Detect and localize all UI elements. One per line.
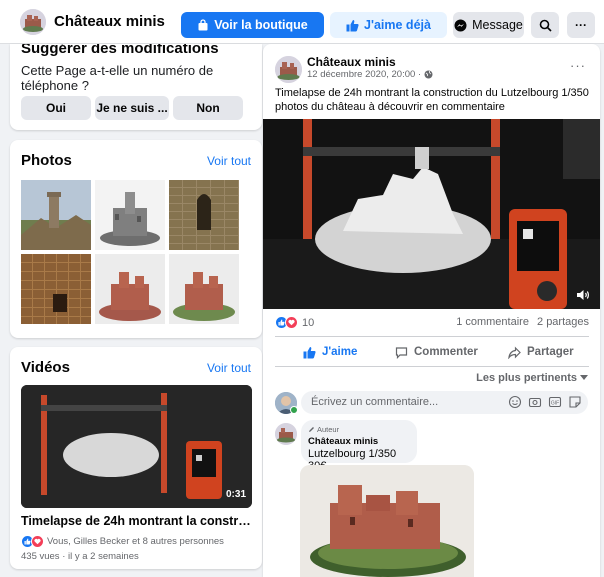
video-title[interactable]: Timelapse de 24h montrant la constructio… — [21, 514, 255, 528]
liked-button-label: J'aime déjà — [364, 18, 431, 32]
comment-input-tools: GIF — [508, 395, 582, 409]
sticker-icon[interactable] — [568, 395, 582, 409]
post-date[interactable]: 12 décembre 2020, 20:00 · — [307, 69, 421, 80]
post-options-button[interactable]: ··· — [570, 58, 586, 73]
globe-icon — [424, 70, 433, 79]
like-action-label: J'aime — [322, 346, 358, 358]
comment-input[interactable]: Écrivez un commentaire... GIF — [301, 391, 588, 414]
shares-count-link[interactable]: 2 partages — [537, 316, 589, 328]
post-card: Châteaux minis 12 décembre 2020, 20:00 ·… — [263, 44, 600, 577]
comment-placeholder: Écrivez un commentaire... — [311, 396, 439, 408]
comment-sort-dropdown[interactable]: Les plus pertinents — [476, 372, 588, 384]
love-reaction-icon — [31, 535, 44, 548]
reaction-count: 10 — [302, 316, 315, 329]
liked-button[interactable]: J'aime déjà — [330, 12, 447, 38]
photos-see-all-link[interactable]: Voir tout — [207, 154, 251, 168]
more-icon: ··· — [575, 18, 587, 32]
photo-thumbnail[interactable] — [169, 254, 239, 324]
search-button[interactable] — [531, 12, 559, 38]
page-avatar[interactable] — [20, 9, 46, 35]
answer-unsure-button[interactable]: Je ne suis ... — [95, 96, 169, 120]
shop-button-label: Voir la boutique — [214, 18, 308, 32]
thumbs-up-icon — [303, 346, 316, 358]
emoji-icon[interactable] — [508, 395, 522, 409]
pencil-icon — [309, 427, 314, 432]
comment-icon — [395, 346, 408, 359]
gif-icon[interactable]: GIF — [548, 395, 562, 409]
divider — [275, 366, 589, 367]
post-reactions[interactable]: 10 — [275, 316, 314, 329]
messenger-icon — [454, 19, 467, 31]
answer-no-button[interactable]: Non — [173, 96, 243, 120]
comment-author-name[interactable]: Châteaux minis — [308, 436, 378, 447]
photo-thumbnail[interactable] — [169, 180, 239, 250]
page-header: Châteaux minis Voir la boutique J'aime d… — [0, 0, 604, 44]
post-text: Timelapse de 24h montrant la constructio… — [275, 87, 589, 113]
comment-action-button[interactable]: Commenter — [395, 341, 478, 363]
share-icon — [508, 346, 521, 359]
video-reactions-text: Vous, Gilles Becker et 8 autres personne… — [47, 536, 224, 547]
video-reactions[interactable]: Vous, Gilles Becker et 8 autres personne… — [21, 535, 224, 548]
share-action-label: Partager — [527, 346, 574, 358]
more-button[interactable]: ··· — [567, 12, 595, 38]
post-counts: 1 commentaire 2 partages — [451, 316, 589, 328]
photo-thumbnail[interactable] — [95, 180, 165, 250]
reaction-icons — [21, 535, 44, 548]
shop-button[interactable]: Voir la boutique — [181, 12, 324, 38]
post-video[interactable] — [263, 119, 600, 309]
photos-heading: Photos — [21, 152, 72, 169]
message-button-label: Message — [472, 18, 523, 32]
love-reaction-icon — [285, 316, 298, 329]
post-author-name[interactable]: Châteaux minis — [307, 55, 396, 69]
svg-text:GIF: GIF — [551, 400, 559, 406]
comments-count-link[interactable]: 1 commentaire — [456, 316, 529, 328]
author-badge: Auteur — [308, 425, 339, 434]
share-action-button[interactable]: Partager — [508, 341, 574, 363]
page-title[interactable]: Châteaux minis — [54, 13, 165, 30]
video-views: 435 vues · il y a 2 semaines — [21, 551, 139, 562]
comment-author-avatar[interactable] — [275, 423, 297, 445]
photo-thumbnail[interactable] — [21, 254, 91, 324]
comment-action-label: Commenter — [414, 346, 478, 358]
videos-see-all-link[interactable]: Voir tout — [207, 361, 251, 375]
comment-photo[interactable] — [300, 465, 474, 577]
like-action-button[interactable]: J'aime — [303, 341, 357, 363]
photo-thumbnail[interactable] — [95, 254, 165, 324]
reaction-icons — [275, 316, 298, 329]
caret-down-icon — [580, 375, 588, 380]
suggest-edits-card: Suggérer des modifications Cette Page a-… — [10, 44, 262, 130]
suggest-title: Suggérer des modifications — [21, 44, 219, 57]
divider — [275, 336, 589, 337]
photo-thumbnail[interactable] — [21, 180, 91, 250]
camera-icon[interactable] — [528, 395, 542, 409]
shopping-bag-icon — [198, 19, 208, 31]
author-badge-label: Auteur — [317, 425, 340, 434]
video-thumbnail[interactable]: 0:31 — [21, 385, 252, 508]
suggest-question: Cette Page a-t-elle un numéro de télépho… — [21, 63, 214, 93]
online-status-dot — [290, 406, 298, 414]
videos-heading: Vidéos — [21, 359, 70, 376]
videos-card: Vidéos Voir tout 0:31 Timelapse de 24h m… — [10, 347, 262, 569]
volume-icon[interactable] — [576, 289, 590, 301]
post-meta: 12 décembre 2020, 20:00 · — [307, 69, 433, 80]
photos-card: Photos Voir tout — [10, 140, 262, 338]
comment-bubble: Auteur Châteaux minis Lutzelbourg 1/350 … — [301, 420, 417, 472]
post-author-avatar[interactable] — [275, 56, 302, 83]
comment-sort-label: Les plus pertinents — [476, 372, 577, 384]
video-duration: 0:31 — [225, 489, 246, 500]
message-button[interactable]: Message — [453, 12, 524, 38]
search-icon — [539, 19, 552, 32]
answer-yes-button[interactable]: Oui — [21, 96, 91, 120]
thumbs-up-icon — [346, 19, 359, 31]
